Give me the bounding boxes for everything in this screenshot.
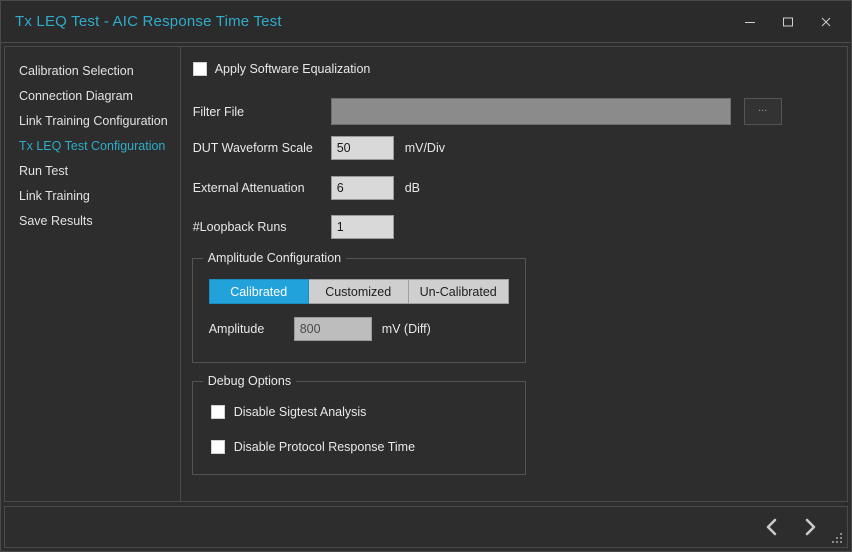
sidebar-item-link-training-configuration[interactable]: Link Training Configuration	[5, 109, 180, 134]
maximize-button[interactable]	[769, 7, 807, 37]
sidebar-item-calibration-selection[interactable]: Calibration Selection	[5, 59, 180, 84]
content-frame: Calibration Selection Connection Diagram…	[4, 46, 848, 502]
loopback-runs-input[interactable]	[331, 215, 394, 239]
sidebar-item-tx-leq-test-configuration[interactable]: Tx LEQ Test Configuration	[5, 134, 180, 159]
resize-grip-icon[interactable]	[831, 532, 844, 545]
filter-file-input[interactable]	[331, 98, 731, 125]
application-window: Tx LEQ Test - AIC Response Time Test	[0, 0, 852, 552]
minimize-button[interactable]	[731, 7, 769, 37]
filter-file-label: Filter File	[193, 105, 331, 119]
window-controls	[731, 1, 845, 43]
amplitude-mode-customized[interactable]: Customized	[309, 279, 409, 304]
disable-sigtest-analysis-label: Disable Sigtest Analysis	[234, 405, 367, 419]
loopback-runs-label: #Loopback Runs	[193, 220, 331, 234]
amplitude-unit: mV (Diff)	[382, 322, 431, 336]
disable-protocol-response-time-checkbox[interactable]	[211, 440, 225, 454]
apply-software-equalization-checkbox[interactable]	[193, 62, 207, 76]
amplitude-row: Amplitude mV (Diff)	[209, 317, 431, 341]
sidebar-item-link-training[interactable]: Link Training	[5, 184, 180, 209]
amplitude-configuration-title: Amplitude Configuration	[203, 251, 346, 265]
amplitude-mode-calibrated[interactable]: Calibrated	[209, 279, 309, 304]
filter-file-row: Filter File ...	[193, 98, 813, 125]
filter-file-browse-button[interactable]: ...	[744, 98, 782, 125]
dut-waveform-scale-unit: mV/Div	[405, 141, 445, 155]
footer-bar	[4, 506, 848, 548]
amplitude-input[interactable]	[294, 317, 372, 341]
close-icon	[819, 15, 833, 29]
body-area: Calibration Selection Connection Diagram…	[1, 43, 851, 502]
chevron-left-icon	[763, 516, 781, 538]
disable-protocol-response-time-row: Disable Protocol Response Time	[211, 440, 415, 454]
next-page-button[interactable]	[795, 512, 825, 542]
disable-protocol-response-time-label: Disable Protocol Response Time	[234, 440, 415, 454]
external-attenuation-label: External Attenuation	[193, 181, 331, 195]
chevron-right-icon	[801, 516, 819, 538]
external-attenuation-unit: dB	[405, 181, 420, 195]
main-panel: Apply Software Equalization Filter File …	[181, 47, 847, 501]
close-button[interactable]	[807, 7, 845, 37]
external-attenuation-input[interactable]	[331, 176, 394, 200]
dut-waveform-scale-input[interactable]	[331, 136, 394, 160]
apply-software-equalization-row: Apply Software Equalization	[193, 62, 371, 76]
title-bar: Tx LEQ Test - AIC Response Time Test	[1, 1, 851, 43]
amplitude-label: Amplitude	[209, 322, 294, 336]
dut-waveform-scale-label: DUT Waveform Scale	[193, 141, 331, 155]
amplitude-mode-selector: Calibrated Customized Un-Calibrated	[209, 279, 509, 304]
previous-page-button[interactable]	[757, 512, 787, 542]
sidebar-item-run-test[interactable]: Run Test	[5, 159, 180, 184]
amplitude-configuration-group: Amplitude Configuration Calibrated Custo…	[192, 258, 526, 363]
external-attenuation-row: External Attenuation dB	[193, 176, 420, 200]
apply-software-equalization-label: Apply Software Equalization	[215, 62, 371, 76]
disable-sigtest-analysis-checkbox[interactable]	[211, 405, 225, 419]
debug-options-title: Debug Options	[203, 374, 296, 388]
amplitude-mode-un-calibrated[interactable]: Un-Calibrated	[409, 279, 509, 304]
disable-sigtest-analysis-row: Disable Sigtest Analysis	[211, 405, 367, 419]
debug-options-group: Debug Options Disable Sigtest Analysis D…	[192, 381, 526, 475]
sidebar-item-save-results[interactable]: Save Results	[5, 209, 180, 234]
window-title: Tx LEQ Test - AIC Response Time Test	[15, 13, 282, 30]
maximize-icon	[781, 15, 795, 29]
loopback-runs-row: #Loopback Runs	[193, 215, 394, 239]
sidebar-navigation: Calibration Selection Connection Diagram…	[5, 47, 181, 501]
dut-waveform-scale-row: DUT Waveform Scale mV/Div	[193, 136, 445, 160]
sidebar-item-connection-diagram[interactable]: Connection Diagram	[5, 84, 180, 109]
minimize-icon	[743, 15, 757, 29]
